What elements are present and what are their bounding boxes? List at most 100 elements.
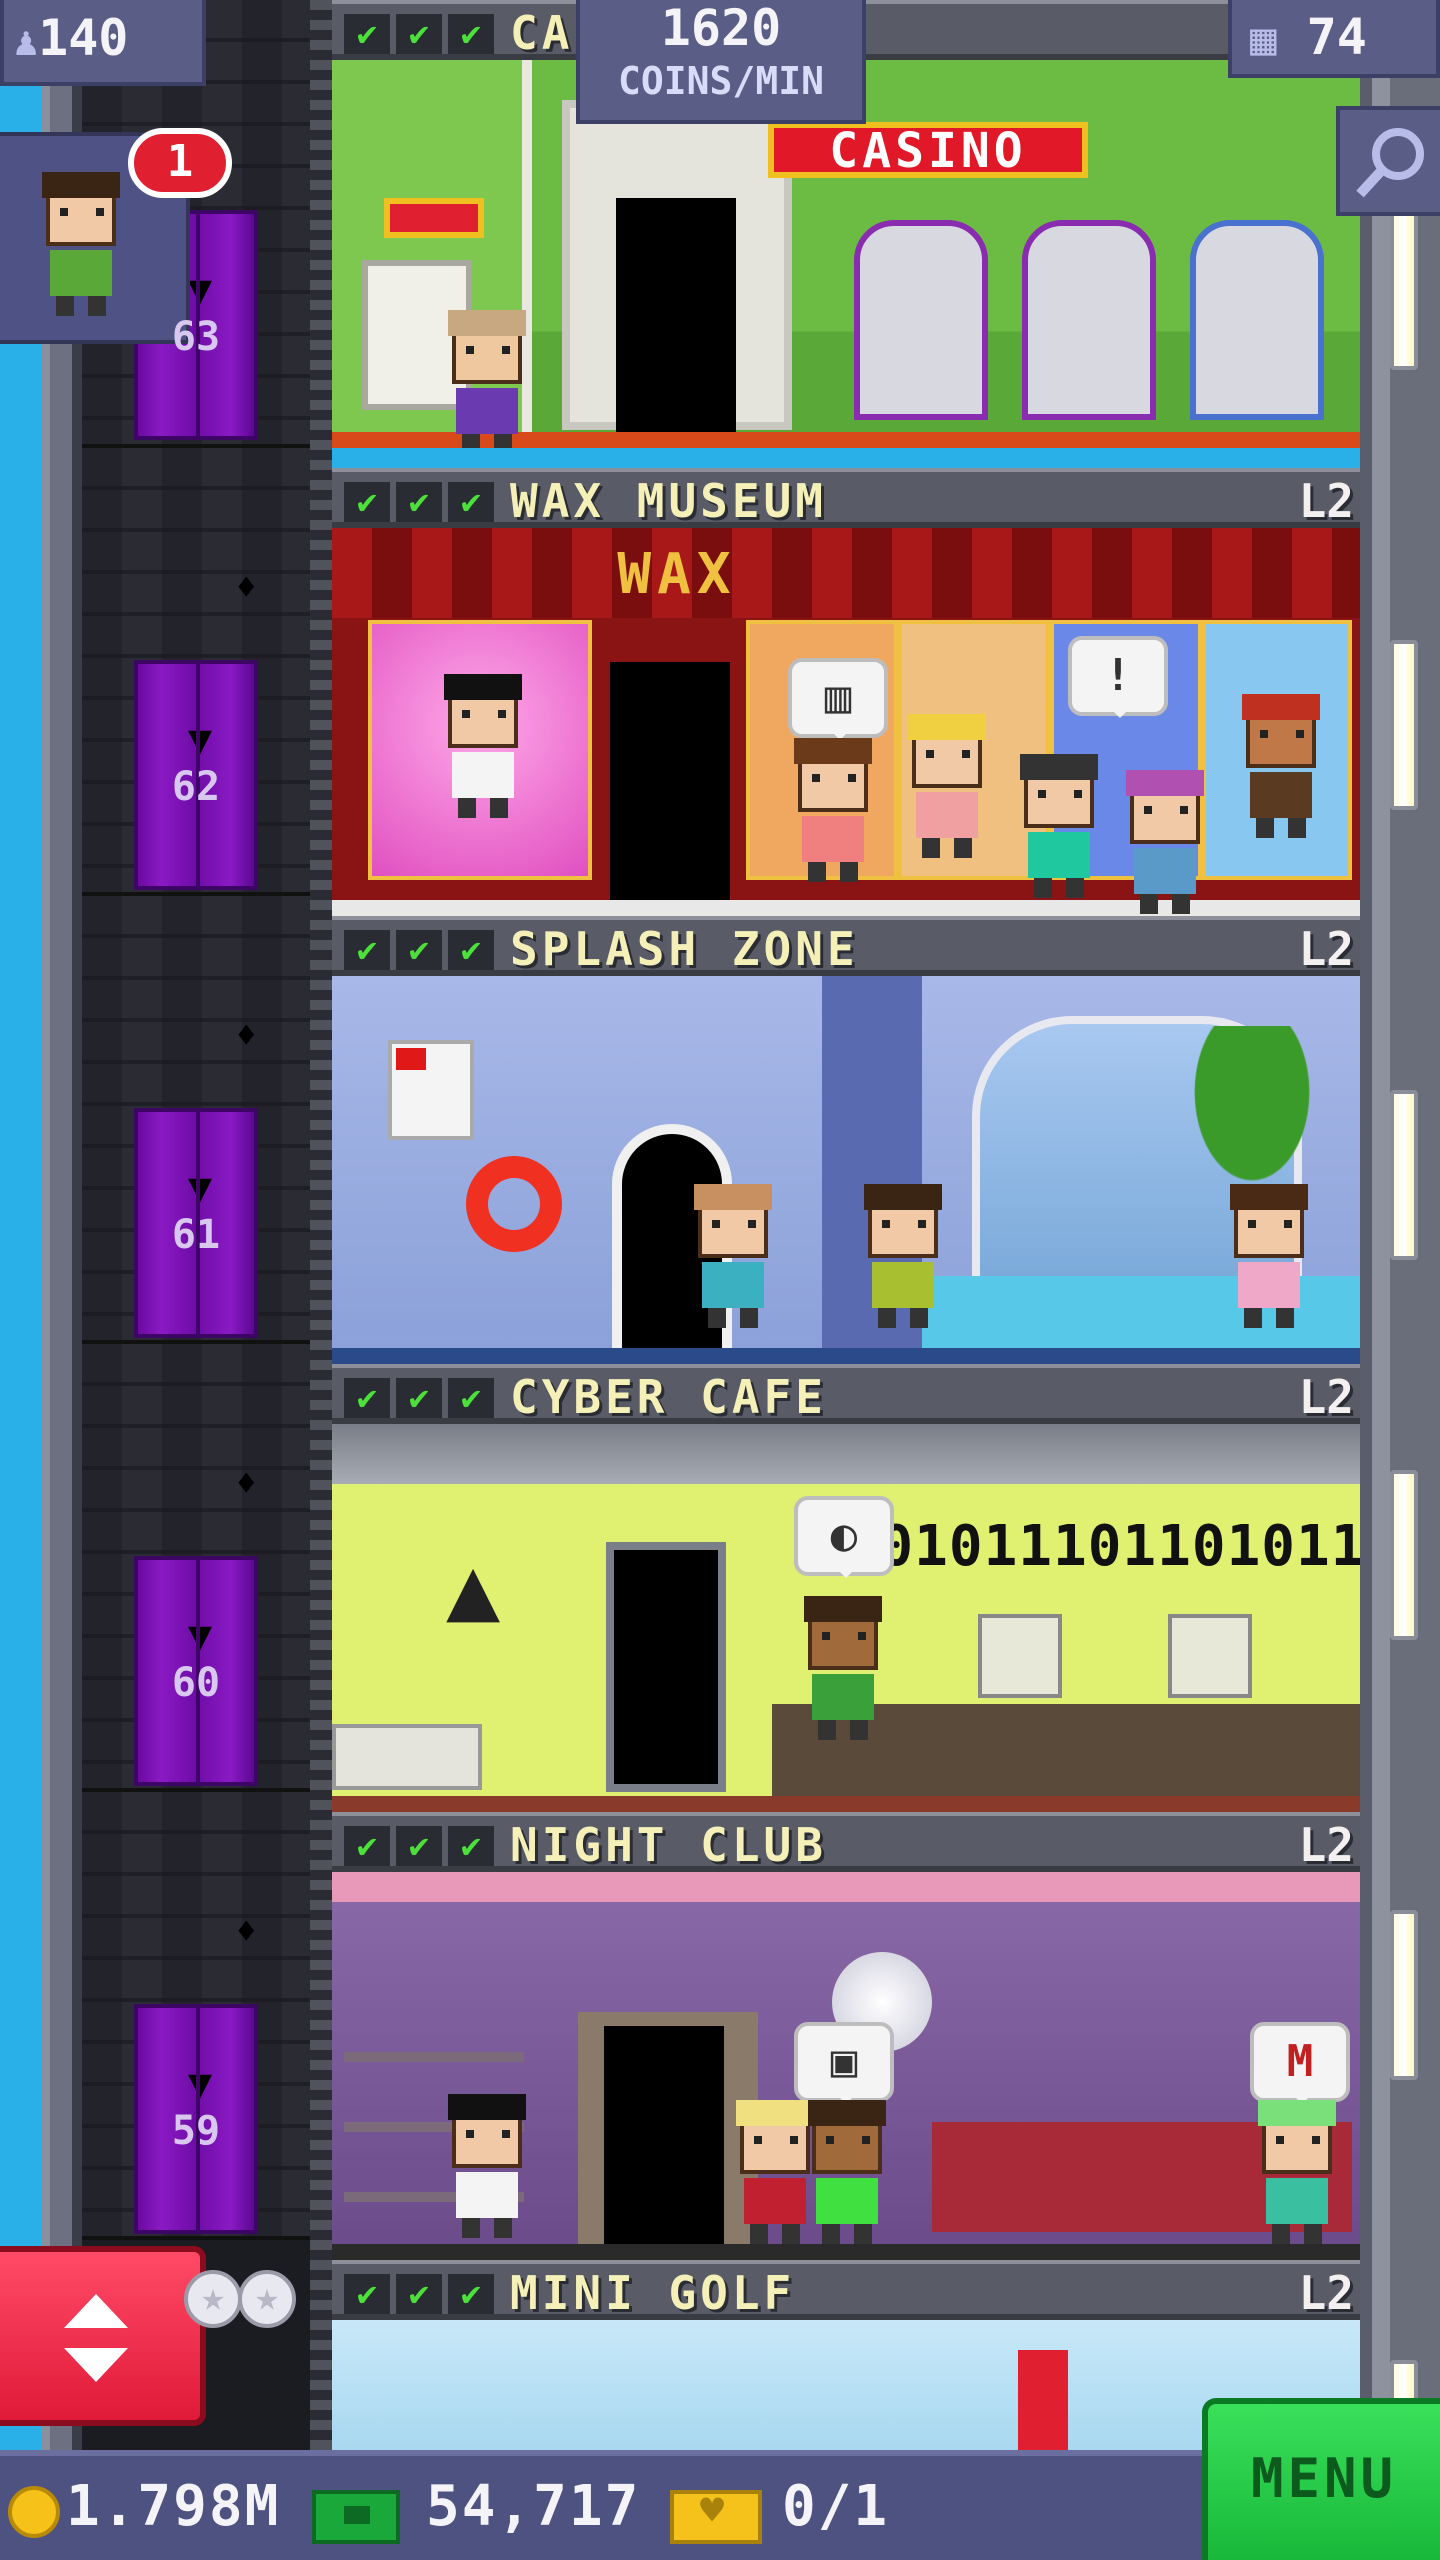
check-icon: ✔	[396, 482, 442, 522]
floor-night-club[interactable]: ✔ ✔ ✔ NIGHT CLUB L2 ▣ M	[332, 1812, 1360, 2260]
cyber-cafe-door	[606, 1542, 726, 1792]
bitizen[interactable]	[1120, 770, 1208, 914]
elevator-call-light	[236, 1016, 262, 1076]
floor-name: CYBER CAFE	[510, 1370, 827, 1424]
ticket-icon	[670, 2488, 762, 2544]
bitizen[interactable]	[442, 310, 530, 448]
thought-bubble[interactable]: ◐	[794, 1496, 894, 1578]
bux-balance: 54,717	[426, 2474, 641, 2539]
check-icon: ✔	[344, 14, 390, 54]
elevator-button[interactable]	[0, 2246, 206, 2426]
search-button[interactable]	[1336, 106, 1440, 216]
coins-balance: 1.798M	[66, 2474, 281, 2539]
floor-header: ✔ ✔ ✔ SPLASH ZONE L2	[332, 916, 1360, 976]
coin-icon	[8, 2486, 60, 2538]
bux-icon	[312, 2490, 400, 2544]
elevator-call-light	[236, 1912, 262, 1972]
check-icon: ✔	[448, 1826, 494, 1866]
star-icon[interactable]: ★	[238, 2270, 296, 2328]
floor-level: L2	[1298, 1818, 1354, 1872]
bat-icon: ▼	[187, 1613, 213, 1659]
floor-level: L2	[1298, 474, 1354, 528]
shaft-floor-61: ▼ 61	[82, 896, 310, 1344]
elevator-door[interactable]: ▼ 59	[134, 1912, 258, 2234]
check-icon: ✔	[396, 1378, 442, 1418]
sky	[0, 0, 42, 2450]
bat-icon: ▼	[187, 717, 213, 763]
bitizen[interactable]	[788, 738, 876, 882]
slot-machine	[1022, 220, 1156, 420]
wall-window	[1390, 200, 1418, 370]
wall-window	[1390, 1910, 1418, 2080]
bitizen[interactable]	[1224, 1184, 1312, 1328]
floor-splash-zone[interactable]: ✔ ✔ ✔ SPLASH ZONE L2	[332, 916, 1360, 1364]
elevator-door[interactable]: ▼ 61	[134, 1016, 258, 1338]
check-icon: ✔	[448, 14, 494, 54]
check-icon: ✔	[448, 930, 494, 970]
floor-header: ✔ ✔ ✔ MINI GOLF L2	[332, 2260, 1360, 2320]
bitizen[interactable]	[1252, 2100, 1340, 2244]
splash-zone-room	[332, 976, 1360, 1364]
check-icon: ✔	[396, 14, 442, 54]
floor-checks: ✔ ✔ ✔	[344, 2274, 494, 2314]
wax-figure	[902, 714, 990, 858]
floor-header: ✔ ✔ ✔ CYBER CAFE L2	[332, 1364, 1360, 1424]
floor-level: L2	[1298, 1370, 1354, 1424]
check-icon: ✔	[344, 2274, 390, 2314]
elevator-floor-number: 59	[171, 2108, 221, 2154]
bitizen[interactable]	[858, 1184, 946, 1328]
elevator-call-light	[236, 568, 262, 628]
wax-figure	[1236, 694, 1324, 838]
floor-cyber-cafe[interactable]: ✔ ✔ ✔ CYBER CAFE L2 ▲ 0101011101101011 ◐	[332, 1364, 1360, 1812]
thought-bubble[interactable]: ▥	[788, 658, 888, 740]
floor-name: MINI GOLF	[510, 2266, 796, 2320]
floor-checks: ✔ ✔ ✔	[344, 482, 494, 522]
floor-counter[interactable]: ▦ 74	[1228, 0, 1440, 78]
wall-window	[1390, 640, 1418, 810]
alert-bubble[interactable]: !	[1068, 636, 1168, 718]
check-icon: ✔	[344, 1826, 390, 1866]
check-icon: ✔	[344, 482, 390, 522]
building-icon: ▦	[1250, 14, 1277, 65]
check-icon: ✔	[448, 2274, 494, 2314]
cyber-cafe-room: ▲ 0101011101101011 ◐	[332, 1424, 1360, 1812]
shaft-floor-62: ▼ 62	[82, 448, 310, 896]
casino-sign: CASINO	[768, 122, 1088, 178]
elevator-floor-number: 60	[171, 1660, 221, 1706]
bitizen[interactable]	[1014, 754, 1102, 898]
notification-badge: 1	[128, 128, 232, 198]
tickets-balance: 0/1	[782, 2474, 890, 2539]
life-ring-icon	[466, 1156, 562, 1252]
thought-bubble[interactable]: M	[1250, 2022, 1350, 2104]
bat-icon: ▼	[187, 1165, 213, 1211]
wax-museum-door	[610, 662, 730, 900]
star-icon[interactable]: ★	[184, 2270, 242, 2328]
floor-name: NIGHT CLUB	[510, 1818, 827, 1872]
elevator-door[interactable]: ▼ 60	[134, 1464, 258, 1786]
floor-level: L2	[1298, 922, 1354, 976]
thought-bubble[interactable]: ▣	[794, 2022, 894, 2104]
elevator-door[interactable]: ▼ 62	[134, 568, 258, 890]
elevator-call-light	[236, 1464, 262, 1524]
bitizen[interactable]	[802, 2100, 890, 2244]
coins-per-minute-value: 1620	[660, 0, 782, 57]
check-icon: ✔	[344, 1378, 390, 1418]
person-icon: ♟	[14, 19, 39, 65]
floor-header: ✔ ✔ ✔ NIGHT CLUB L2	[332, 1812, 1360, 1872]
casino-door	[616, 198, 736, 434]
floor-checks: ✔ ✔ ✔	[344, 1826, 494, 1866]
night-club-room: ▣ M	[332, 1872, 1360, 2260]
menu-button[interactable]: MENU	[1202, 2398, 1440, 2560]
population-counter[interactable]: ♟140	[0, 0, 206, 86]
elevator-floor-number: 62	[171, 764, 221, 810]
coins-per-minute: 1620 COINS/MIN	[576, 0, 866, 124]
floor-wax-museum[interactable]: ✔ ✔ ✔ WAX MUSEUM L2 WAX ▥ !	[332, 468, 1360, 916]
bitizen[interactable]	[688, 1184, 776, 1328]
coins-per-minute-label: COINS/MIN	[618, 59, 824, 103]
elevator-floor-number: 61	[171, 1212, 221, 1258]
floor-level: L2	[1298, 2266, 1354, 2320]
bitizen[interactable]	[798, 1596, 886, 1740]
elevator-floor-number: 63	[171, 314, 221, 360]
shaft-floor-60: ▼ 60	[82, 1344, 310, 1792]
bitizen[interactable]	[442, 2094, 530, 2238]
